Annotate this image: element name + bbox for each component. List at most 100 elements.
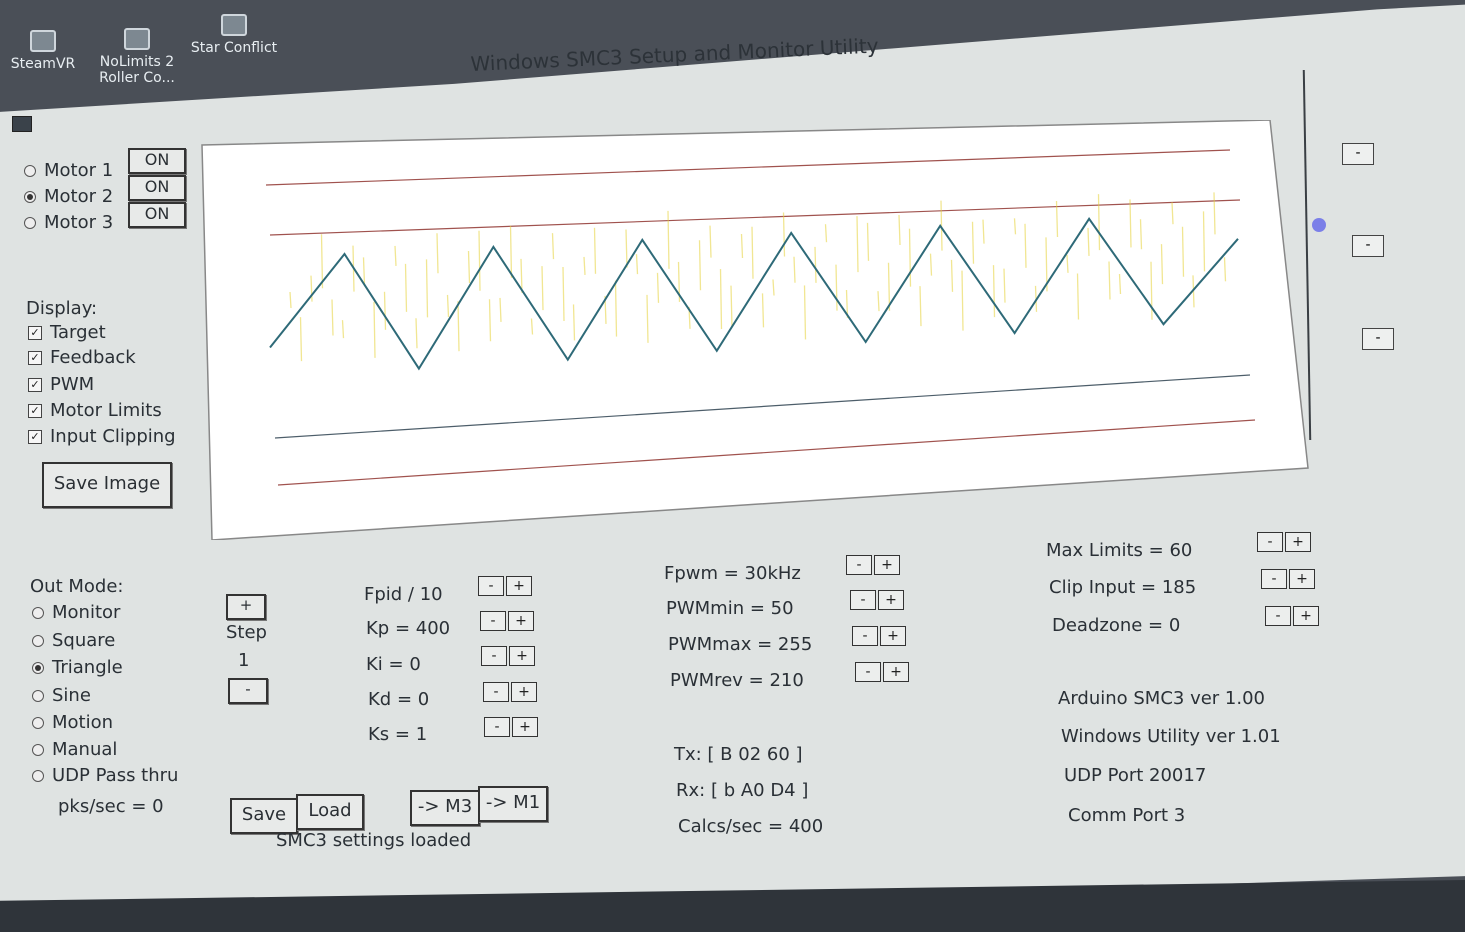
step-plus-button[interactable]: + xyxy=(226,594,266,620)
display-pwm-checkbox[interactable]: ✓ PWM xyxy=(28,374,94,395)
slider-thumb[interactable] xyxy=(1312,218,1326,232)
motor-position-slider[interactable] xyxy=(1300,70,1360,450)
fpid-minus-button[interactable]: - xyxy=(478,576,504,596)
checkbox-label: PWM xyxy=(50,374,95,395)
radio-icon xyxy=(32,635,44,647)
desktop-icon-label-2: Roller Co... xyxy=(99,70,175,86)
deadzone-minus-button[interactable]: - xyxy=(1265,606,1291,626)
system-menu-icon[interactable] xyxy=(12,116,32,132)
max-limits-plus-button[interactable]: + xyxy=(1285,532,1311,552)
radio-icon xyxy=(24,165,36,177)
clip-input-plus-button[interactable]: + xyxy=(1289,569,1315,589)
fpwm-label: Fpwm = 30kHz xyxy=(664,563,801,584)
pwmrev-plus-button[interactable]: + xyxy=(883,662,909,682)
checkbox-checked-icon: ✓ xyxy=(28,378,42,392)
display-feedback-checkbox[interactable]: ✓ Feedback xyxy=(28,347,136,368)
ki-minus-button[interactable]: - xyxy=(481,646,507,666)
motor-1-radio[interactable]: Motor 1 xyxy=(24,160,113,181)
display-target-checkbox[interactable]: ✓ Target xyxy=(28,322,106,343)
pwmrev-minus-button[interactable]: - xyxy=(855,662,881,682)
save-image-button[interactable]: Save Image xyxy=(42,462,172,508)
kp-plus-button[interactable]: + xyxy=(508,611,534,631)
load-button[interactable]: Load xyxy=(296,794,364,830)
deadzone-stepper[interactable]: - + xyxy=(1265,606,1319,626)
step-minus-button[interactable]: - xyxy=(228,678,268,704)
zoom-minus-button-2[interactable]: - xyxy=(1352,235,1384,257)
pwmmin-stepper[interactable]: - + xyxy=(850,590,904,610)
deadzone-label: Deadzone = 0 xyxy=(1052,615,1181,636)
mode-udp-radio[interactable]: UDP Pass thru xyxy=(32,765,178,786)
pwmmax-plus-button[interactable]: + xyxy=(880,626,906,646)
display-motor-limits-checkbox[interactable]: ✓ Motor Limits xyxy=(28,400,162,421)
mode-square-radio[interactable]: Square xyxy=(32,630,115,651)
pwmmin-plus-button[interactable]: + xyxy=(878,590,904,610)
motor-1-on-button[interactable]: ON xyxy=(128,148,186,174)
motor-3-on-button[interactable]: ON xyxy=(128,202,186,228)
max-limits-label: Max Limits = 60 xyxy=(1046,540,1193,561)
motor-2-radio[interactable]: Motor 2 xyxy=(24,186,113,207)
pwmmax-label: PWMmax = 255 xyxy=(668,634,813,655)
radio-icon xyxy=(32,607,44,619)
steamvr-icon xyxy=(30,30,56,52)
plot-area xyxy=(201,120,1309,540)
max-limits-stepper[interactable]: - + xyxy=(1257,532,1311,552)
ks-stepper[interactable]: - + xyxy=(484,717,538,737)
tx-readout: Tx: [ B 02 60 ] xyxy=(674,744,803,765)
desktop-icon-steamvr[interactable]: SteamVR xyxy=(8,30,78,72)
motor-2-on-button[interactable]: ON xyxy=(128,175,186,201)
ki-plus-button[interactable]: + xyxy=(509,646,535,666)
copy-to-m3-button[interactable]: -> M3 xyxy=(410,790,480,826)
zoom-minus-button-1[interactable]: - xyxy=(1342,143,1374,165)
motor-1-label: Motor 1 xyxy=(44,160,114,181)
mode-motion-radio[interactable]: Motion xyxy=(32,712,113,733)
ki-label: Ki = 0 xyxy=(366,654,421,675)
fpwm-stepper[interactable]: - + xyxy=(846,555,900,575)
kp-stepper[interactable]: - + xyxy=(480,611,534,631)
clip-input-stepper[interactable]: - + xyxy=(1261,569,1315,589)
pwmrev-stepper[interactable]: - + xyxy=(855,662,909,682)
mode-triangle-radio[interactable]: Triangle xyxy=(32,657,123,678)
fpwm-minus-button[interactable]: - xyxy=(846,555,872,575)
kd-plus-button[interactable]: + xyxy=(511,682,537,702)
clip-input-minus-button[interactable]: - xyxy=(1261,569,1287,589)
step-value: 1 xyxy=(238,650,250,671)
radio-icon xyxy=(24,217,36,229)
pwmmin-minus-button[interactable]: - xyxy=(850,590,876,610)
pwmmax-stepper[interactable]: - + xyxy=(852,626,906,646)
save-button[interactable]: Save xyxy=(230,798,298,834)
zoom-minus-button-3[interactable]: - xyxy=(1362,328,1394,350)
kd-minus-button[interactable]: - xyxy=(483,682,509,702)
kp-label: Kp = 400 xyxy=(366,618,451,639)
fpwm-plus-button[interactable]: + xyxy=(874,555,900,575)
copy-to-m1-button[interactable]: -> M1 xyxy=(478,786,548,822)
radio-label: Manual xyxy=(52,739,118,760)
motor-3-radio[interactable]: Motor 3 xyxy=(24,212,113,233)
fpid-plus-button[interactable]: + xyxy=(506,576,532,596)
mode-manual-radio[interactable]: Manual xyxy=(32,739,117,760)
radio-selected-icon xyxy=(24,191,36,203)
deadzone-plus-button[interactable]: + xyxy=(1293,606,1319,626)
radio-label: Sine xyxy=(52,685,91,706)
ks-minus-button[interactable]: - xyxy=(484,717,510,737)
max-limits-minus-button[interactable]: - xyxy=(1257,532,1283,552)
kd-label: Kd = 0 xyxy=(368,689,430,710)
desktop-icon-star-conflict[interactable]: Star Conflict xyxy=(188,14,280,56)
fpid-stepper[interactable]: - + xyxy=(478,576,532,596)
ki-stepper[interactable]: - + xyxy=(481,646,535,666)
pwmmax-minus-button[interactable]: - xyxy=(852,626,878,646)
mode-monitor-radio[interactable]: Monitor xyxy=(32,602,120,623)
mode-sine-radio[interactable]: Sine xyxy=(32,685,91,706)
radio-icon xyxy=(32,770,44,782)
ks-plus-button[interactable]: + xyxy=(512,717,538,737)
desktop-icon-label: SteamVR xyxy=(10,56,76,72)
radio-label: Triangle xyxy=(52,657,123,678)
desktop-icon-nolimits[interactable]: NoLimits 2 Roller Co... xyxy=(96,28,178,86)
monitor-plot xyxy=(201,120,1309,540)
display-input-clipping-checkbox[interactable]: ✓ Input Clipping xyxy=(28,426,176,447)
checkbox-checked-icon: ✓ xyxy=(28,326,42,340)
kd-stepper[interactable]: - + xyxy=(483,682,537,702)
comm-port: Comm Port 3 xyxy=(1068,805,1186,826)
kp-minus-button[interactable]: - xyxy=(480,611,506,631)
fpid-label: Fpid / 10 xyxy=(364,584,443,605)
radio-label: Square xyxy=(52,630,116,651)
